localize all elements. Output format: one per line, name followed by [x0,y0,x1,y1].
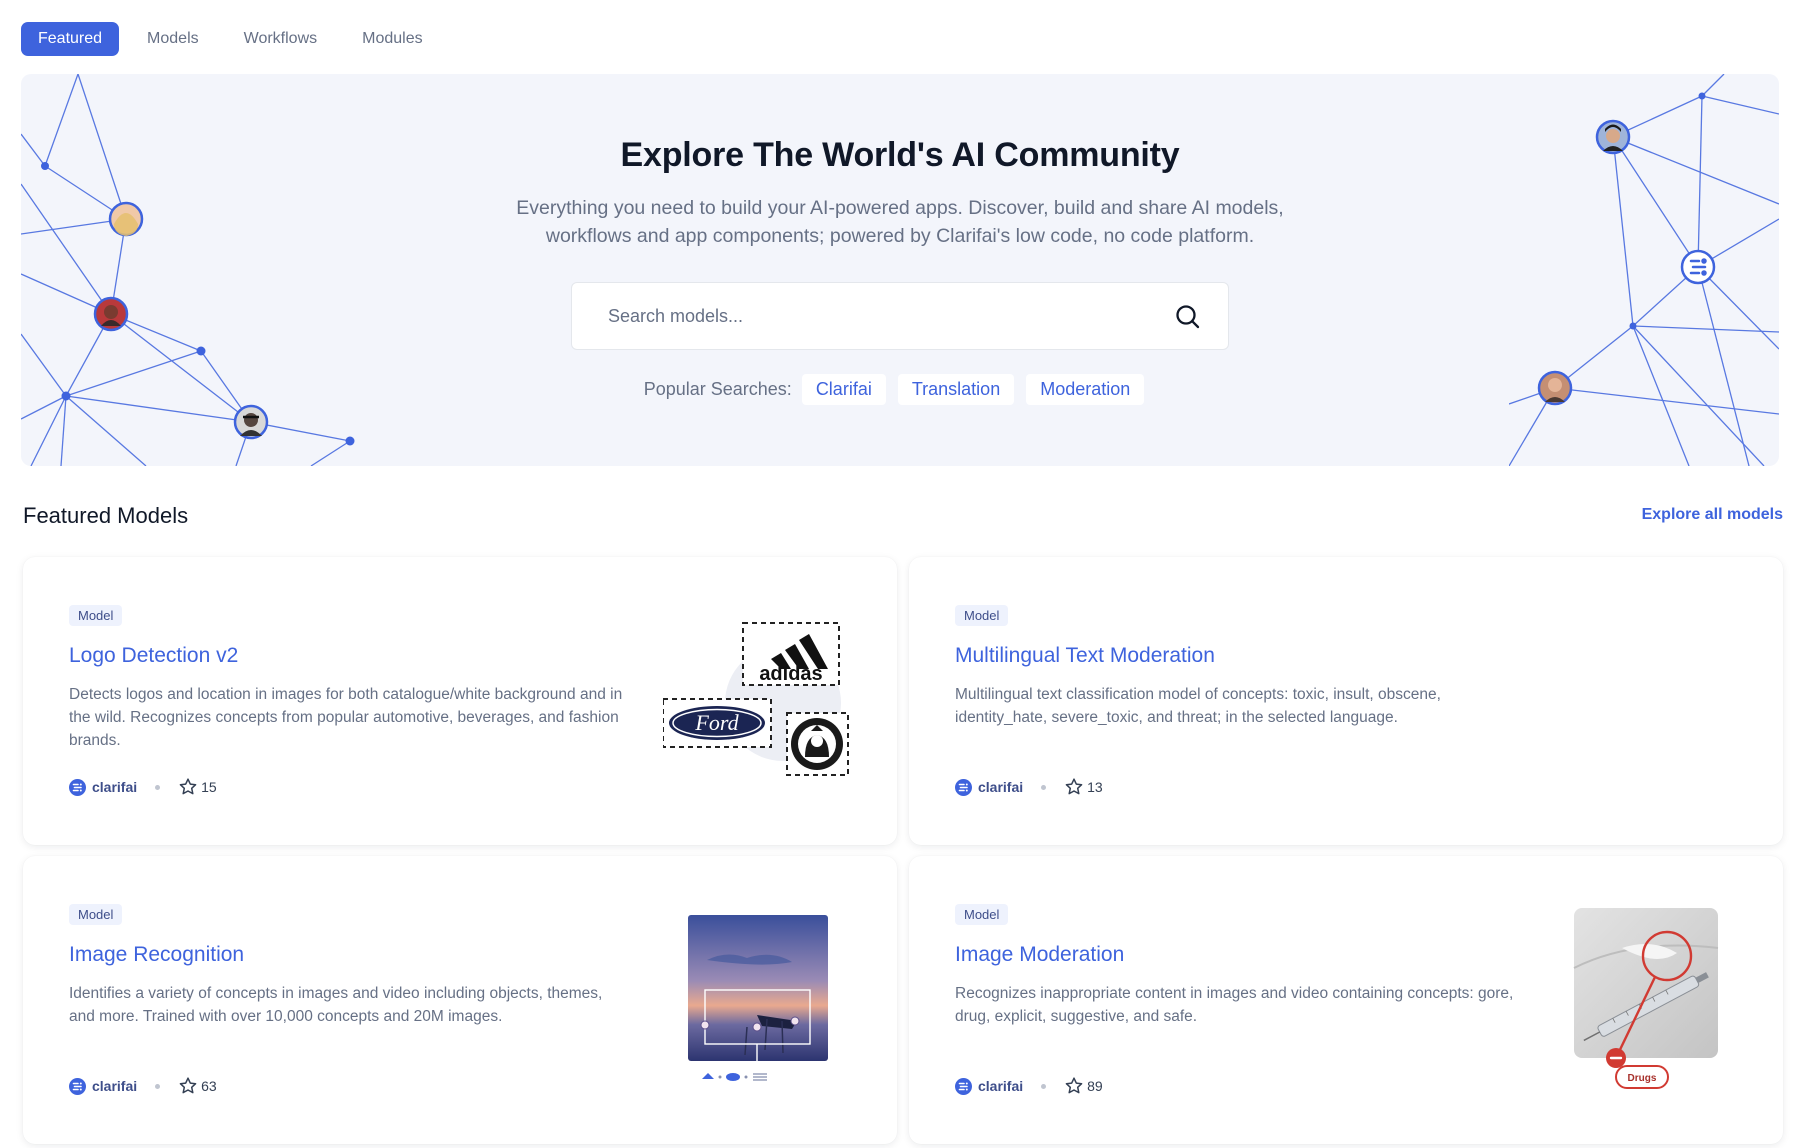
model-meta: clarifai 89 [955,1076,1103,1096]
model-card[interactable]: Model Multilingual Text Moderation Multi… [909,557,1783,845]
clarifai-logo-icon [69,1077,86,1095]
model-description: Multilingual text classification model o… [955,686,1441,726]
model-title[interactable]: Logo Detection v2 [69,644,238,668]
model-owner[interactable]: clarifai [92,779,137,795]
search-icon[interactable] [1174,303,1202,331]
model-description: Detects logos and location in images for… [69,686,623,749]
logo-detection-image: adidas Ford [663,622,849,776]
model-description: Identifies a variety of concepts in imag… [69,985,603,1025]
network-graphic-right [1509,74,1779,466]
star-count: 89 [1087,1078,1103,1094]
clarifai-logo-icon [955,1077,972,1095]
separator-dot [1041,1083,1047,1089]
model-title[interactable]: Image Recognition [69,943,244,967]
model-title[interactable]: Image Moderation [955,943,1124,967]
clarifai-logo-icon [955,778,972,796]
popular-search-chip[interactable]: Clarifai [801,374,886,405]
star-count: 15 [201,779,217,795]
avatar [233,404,269,440]
search-input[interactable] [608,283,1168,349]
model-description: Recognizes inappropriate content in imag… [955,985,1514,1025]
model-badge: Model [955,904,1009,925]
model-owner[interactable]: clarifai [92,1078,137,1094]
star-count: 63 [201,1078,217,1094]
model-meta: clarifai 63 [69,1076,217,1096]
avatar [108,201,144,237]
model-card[interactable]: Model Logo Detection v2 Detects logos an… [23,557,897,845]
model-badge: Model [69,605,123,626]
drugs-label: Drugs [1628,1073,1657,1084]
model-meta: clarifai 15 [69,777,217,797]
image-moderation-image: Drugs [1573,908,1719,1089]
star-icon[interactable] [178,777,198,797]
separator-dot [155,784,161,790]
model-badge: Model [69,904,123,925]
tab-workflows[interactable]: Workflows [227,22,335,56]
hero-title: Explore The World's AI Community [620,136,1180,174]
model-meta: clarifai 13 [955,777,1103,797]
hero-subtitle: Everything you need to build your AI-pow… [516,197,1284,247]
search-box [571,282,1229,350]
explore-all-models-link[interactable]: Explore all models [1642,506,1783,524]
network-graphic-left [21,74,355,466]
separator-dot [155,1083,161,1089]
model-card[interactable]: Model Image Recognition Identifies a var… [23,856,897,1144]
image-recognition-image [688,915,828,1081]
tab-models[interactable]: Models [130,22,216,56]
section-title: Featured Models [23,503,189,528]
avatar [93,296,129,332]
tab-modules[interactable]: Modules [345,22,439,56]
clarifai-logo-icon [69,778,86,796]
model-badge: Model [955,605,1009,626]
model-title[interactable]: Multilingual Text Moderation [955,644,1215,668]
tab-featured[interactable]: Featured [21,22,120,56]
popular-searches-label: Popular Searches: [643,379,792,399]
adidas-logo-text: adidas [759,663,822,685]
star-icon[interactable] [178,1076,198,1096]
popular-search-chip[interactable]: Moderation [1026,374,1145,405]
popular-searches: Popular Searches: Clarifai Translation M… [21,374,1779,405]
separator-dot [1041,784,1047,790]
model-card[interactable]: Model Image Moderation Recognizes inappr… [909,856,1783,1144]
popular-search-chip[interactable]: Translation [897,374,1015,405]
clarifai-node-icon [1680,249,1716,285]
hero-banner: Explore The World's AI Community Everyth… [21,74,1779,466]
star-icon[interactable] [1064,1076,1084,1096]
category-tabs: Featured Models Workflows Modules [21,22,451,56]
model-owner[interactable]: clarifai [978,779,1023,795]
star-icon[interactable] [1064,777,1084,797]
ford-logo-text: Ford [694,710,739,735]
model-owner[interactable]: clarifai [978,1078,1023,1094]
star-count: 13 [1087,779,1103,795]
